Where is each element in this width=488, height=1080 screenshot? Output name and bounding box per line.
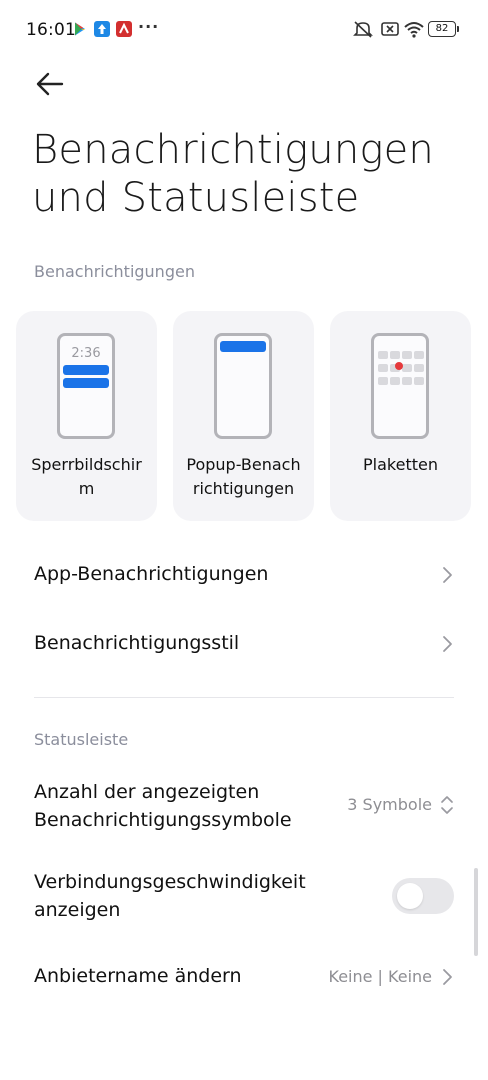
status-time: 16:01 <box>26 20 76 40</box>
card-lockscreen[interactable]: 2:36 Sperrbildschir m <box>16 311 157 521</box>
more-notifications-icon: ··· <box>138 17 160 36</box>
row-app-notifications[interactable]: App-Benachrichtigungen <box>0 555 488 595</box>
row-title-line: Verbindungsgeschwindigkeit <box>34 871 306 893</box>
card-label-line: Popup-Benach <box>186 455 301 474</box>
back-arrow-icon <box>36 72 64 96</box>
row-title-line: Anzahl der angezeigten <box>34 781 260 803</box>
toggle-knob <box>397 883 423 909</box>
card-label-line: m <box>78 479 95 498</box>
row-notification-style[interactable]: Benachrichtigungsstil <box>0 624 488 664</box>
page-title-line-2: und Statusleiste <box>32 175 360 221</box>
red-app-icon <box>116 21 132 37</box>
connection-speed-toggle[interactable] <box>392 878 454 914</box>
carrier-name-value: Keine | Keine <box>328 967 433 986</box>
up-down-chevron-icon <box>440 794 454 814</box>
mute-icon <box>352 20 374 42</box>
battery-indicator: 82 <box>428 21 456 37</box>
badge-dot-icon <box>395 362 403 370</box>
page-title: Benachrichtigungen und Statusleiste <box>32 126 462 222</box>
battery-tip <box>457 26 459 32</box>
icon-count-value: 3 Symbole <box>347 795 432 814</box>
popup-preview-icon <box>214 333 272 439</box>
popup-bar-preview <box>220 341 266 352</box>
status-bar: 16:01 ··· 82 <box>0 0 488 60</box>
row-title-app-notifications: App-Benachrichtigungen <box>34 563 269 585</box>
row-title-icon-count: Anzahl der angezeigten Benachrichtigungs… <box>34 778 292 834</box>
card-label-lockscreen: Sperrbildschir m <box>20 453 153 501</box>
card-label-line: Plaketten <box>363 455 438 474</box>
row-notification-icon-count[interactable]: Anzahl der angezeigten Benachrichtigungs… <box>0 778 488 838</box>
wifi-icon <box>403 20 425 42</box>
row-carrier-name[interactable]: Anbietername ändern Keine | Keine <box>0 958 488 998</box>
section-divider <box>34 697 454 698</box>
card-label-badges: Plaketten <box>334 453 467 477</box>
card-label-line: richtigungen <box>192 479 295 498</box>
back-button[interactable] <box>30 66 70 102</box>
page-title-line-1: Benachrichtigungen <box>32 127 434 173</box>
notification-bar-preview <box>63 378 109 388</box>
card-popup-notifications[interactable]: Popup-Benach richtigungen <box>173 311 314 521</box>
phone-time: 2:36 <box>71 346 101 361</box>
row-title-line: anzeigen <box>34 899 121 921</box>
row-title-notification-style: Benachrichtigungsstil <box>34 632 240 654</box>
upload-app-icon <box>94 21 110 37</box>
chevron-right-icon <box>440 968 454 986</box>
section-label-statusbar: Statusleiste <box>34 730 129 749</box>
lockscreen-preview-icon: 2:36 <box>57 333 115 439</box>
chevron-right-icon <box>440 635 454 653</box>
card-label-line: Sperrbildschir <box>31 455 142 474</box>
scrollbar[interactable] <box>474 868 478 956</box>
row-title-connection-speed: Verbindungsgeschwindigkeit anzeigen <box>34 868 306 924</box>
row-title-carrier-name: Anbietername ändern <box>34 965 242 987</box>
chevron-right-icon <box>440 566 454 584</box>
row-title-line: Benachrichtigungssymbole <box>34 809 292 831</box>
card-label-popup: Popup-Benach richtigungen <box>177 453 310 501</box>
card-badges[interactable]: Plaketten <box>330 311 471 521</box>
notification-bar-preview <box>63 365 109 375</box>
badge-preview-icon <box>371 333 429 439</box>
section-label-notifications: Benachrichtigungen <box>34 262 195 281</box>
no-sim-icon <box>380 20 400 42</box>
play-store-icon <box>72 21 88 37</box>
